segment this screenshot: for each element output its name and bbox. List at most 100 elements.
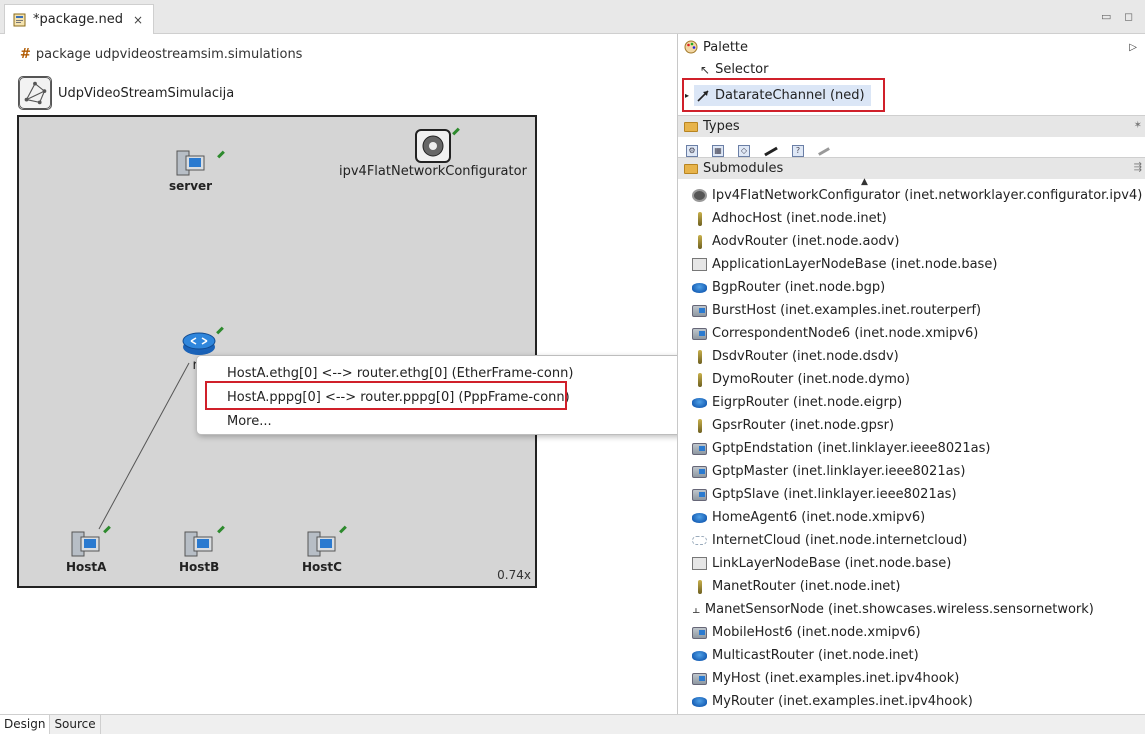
submodule-item[interactable]: DymoRouter (inet.node.dymo)	[678, 368, 1145, 391]
submodule-item[interactable]: EigrpRouter (inet.node.eigrp)	[678, 391, 1145, 414]
submodule-label: Ipv4FlatNetworkConfigurator (inet.networ…	[712, 188, 1143, 203]
host-icon	[692, 442, 707, 455]
types-label: Types	[703, 119, 740, 134]
submodule-label: GptpEndstation (inet.linklayer.ieee8021a…	[712, 441, 991, 456]
submodule-item[interactable]: BgpRouter (inet.node.bgp)	[678, 276, 1145, 299]
submodule-label: EigrpRouter (inet.node.eigrp)	[712, 395, 903, 410]
submodule-label: MobileHost6 (inet.node.xmipv6)	[712, 625, 921, 640]
close-icon[interactable]: ×	[133, 13, 143, 27]
submodule-item[interactable]: MyRouter (inet.examples.inet.ipv4hook)	[678, 690, 1145, 713]
submodules-drawer[interactable]: Submodules ⇶	[678, 157, 1145, 179]
router-icon	[692, 282, 707, 293]
submodule-label: ManetSensorNode (inet.showcases.wireless…	[704, 602, 1094, 617]
submodule-label: GptpMaster (inet.linklayer.ieee8021as)	[712, 464, 966, 479]
package-declaration[interactable]: # package udpvideostreamsim.simulations	[20, 47, 302, 62]
submodule-item[interactable]: DsdvRouter (inet.node.dsdv)	[678, 345, 1145, 368]
network-type-icon[interactable]: ◇	[738, 145, 750, 157]
submodule-item[interactable]: GptpMaster (inet.linklayer.ieee8021as)	[678, 460, 1145, 483]
submodule-label: BgpRouter (inet.node.bgp)	[712, 280, 886, 295]
node-server[interactable]: server	[169, 148, 212, 193]
palette-title: Palette	[703, 39, 749, 55]
palette-selector[interactable]: ↖ Selector	[678, 62, 1145, 77]
submodule-item[interactable]: AodvRouter (inet.node.aodv)	[678, 230, 1145, 253]
types-drawer[interactable]: Types ✶	[678, 115, 1145, 137]
gear-icon	[414, 129, 451, 163]
submodule-item[interactable]: HomeAgent6 (inet.node.xmipv6)	[678, 506, 1145, 529]
tab-package-ned[interactable]: *package.ned ×	[4, 4, 155, 34]
ned-editor-window: *package.ned × ▭ ◻ # package udpvideostr…	[0, 0, 1145, 734]
pin-icon[interactable]: ✶	[1134, 120, 1142, 131]
antenna-icon	[698, 211, 702, 226]
node-hostb[interactable]: HostB	[179, 529, 219, 574]
channel-type-icon[interactable]	[764, 146, 778, 156]
submodules-label: Submodules	[703, 161, 784, 176]
antenna-icon	[698, 234, 702, 249]
submodule-label: InternetCloud (inet.node.internetcloud)	[712, 533, 968, 548]
submodule-label: AodvRouter (inet.node.aodv)	[712, 234, 900, 249]
submodule-item[interactable]: MulticastRouter (inet.node.inet)	[678, 644, 1145, 667]
network-name: UdpVideoStreamSimulacija	[58, 85, 235, 101]
maximize-icon[interactable]: ◻	[1124, 10, 1133, 23]
highlight-box-ppp	[205, 381, 567, 410]
submodule-list: Ipv4FlatNetworkConfigurator (inet.networ…	[678, 184, 1145, 713]
submodule-item[interactable]: MyHost (inet.examples.inet.ipv4hook)	[678, 667, 1145, 690]
submodule-label: HomeAgent6 (inet.node.xmipv6)	[712, 510, 926, 525]
interface-type-icon[interactable]: ?	[792, 145, 804, 157]
filter-icon[interactable]: ⇶	[1134, 162, 1142, 173]
submodule-item[interactable]: GptpSlave (inet.linklayer.ieee8021as)	[678, 483, 1145, 506]
simple-module-icon[interactable]: ⚙	[686, 145, 698, 157]
minimize-icon[interactable]: ▭	[1101, 10, 1111, 23]
host-icon	[692, 488, 707, 501]
host-icon	[184, 531, 213, 557]
router-icon	[692, 397, 707, 408]
network-declaration[interactable]: UdpVideoStreamSimulacija	[18, 76, 234, 110]
submodule-item[interactable]: GpsrRouter (inet.node.gpsr)	[678, 414, 1145, 437]
tab-source[interactable]: Source	[50, 715, 101, 734]
submodule-item[interactable]: BurstHost (inet.examples.inet.routerperf…	[678, 299, 1145, 322]
connection-lines	[98, 362, 190, 530]
zoom-level: 0.74x	[497, 568, 531, 582]
submodule-label: LinkLayerNodeBase (inet.node.base)	[712, 556, 952, 571]
connection-line[interactable]	[98, 362, 190, 530]
submodule-label: AdhocHost (inet.node.inet)	[712, 211, 887, 226]
antenna-icon	[698, 372, 702, 387]
router-icon	[692, 696, 707, 707]
submodule-item[interactable]: AdhocHost (inet.node.inet)	[678, 207, 1145, 230]
host-icon	[692, 304, 707, 317]
palette-icon	[684, 40, 698, 54]
network-canvas[interactable]: server ipv4FlatNetworkConfigurator ro	[17, 115, 537, 588]
compound-module-icon[interactable]: ▦	[712, 145, 724, 157]
tab-design[interactable]: Design	[0, 715, 51, 734]
submodule-item[interactable]: ApplicationLayerNodeBase (inet.node.base…	[678, 253, 1145, 276]
submodule-item[interactable]: GptpEndstation (inet.linklayer.ieee8021a…	[678, 437, 1145, 460]
router-icon	[692, 650, 707, 661]
package-icon: #	[20, 47, 31, 62]
node-label: server	[169, 179, 213, 193]
submodule-item[interactable]: CorrespondentNode6 (inet.node.xmipv6)	[678, 322, 1145, 345]
channel-interface-icon[interactable]	[818, 146, 830, 156]
package-label: package udpvideostreamsim.simulations	[35, 47, 303, 62]
submodule-item[interactable]: ⫠ ManetSensorNode (inet.showcases.wireles…	[678, 598, 1145, 621]
palette-header[interactable]: Palette	[678, 34, 1145, 60]
tab-title: *package.ned	[33, 12, 124, 27]
submodule-item[interactable]: InternetCloud (inet.node.internetcloud)	[678, 529, 1145, 552]
router-icon	[182, 332, 216, 355]
submodule-label: CorrespondentNode6 (inet.node.xmipv6)	[712, 326, 979, 341]
submodule-item[interactable]: MobileHost6 (inet.node.xmipv6)	[678, 621, 1145, 644]
box-icon	[692, 258, 707, 271]
menu-item-more[interactable]: More...	[227, 414, 272, 429]
submodule-label: ManetRouter (inet.node.inet)	[712, 579, 901, 594]
menu-item-ether-conn[interactable]: HostA.ethg[0] <--> router.ethg[0] (Ether…	[227, 366, 573, 381]
host-icon	[307, 531, 336, 557]
host-icon	[692, 327, 707, 340]
host-icon	[176, 150, 205, 176]
submodule-item[interactable]: LinkLayerNodeBase (inet.node.base)	[678, 552, 1145, 575]
collapse-arrow-icon[interactable]: ▷	[1129, 42, 1137, 53]
node-hosta[interactable]: HostA	[66, 529, 106, 574]
node-configurator[interactable]: ipv4FlatNetworkConfigurator	[339, 129, 527, 179]
submodule-label: DymoRouter (inet.node.dymo)	[712, 372, 910, 387]
antenna-icon	[698, 418, 702, 433]
submodule-item[interactable]: ManetRouter (inet.node.inet)	[678, 575, 1145, 598]
submodule-item[interactable]: Ipv4FlatNetworkConfigurator (inet.networ…	[678, 184, 1145, 207]
node-hostc[interactable]: HostC	[302, 529, 342, 574]
